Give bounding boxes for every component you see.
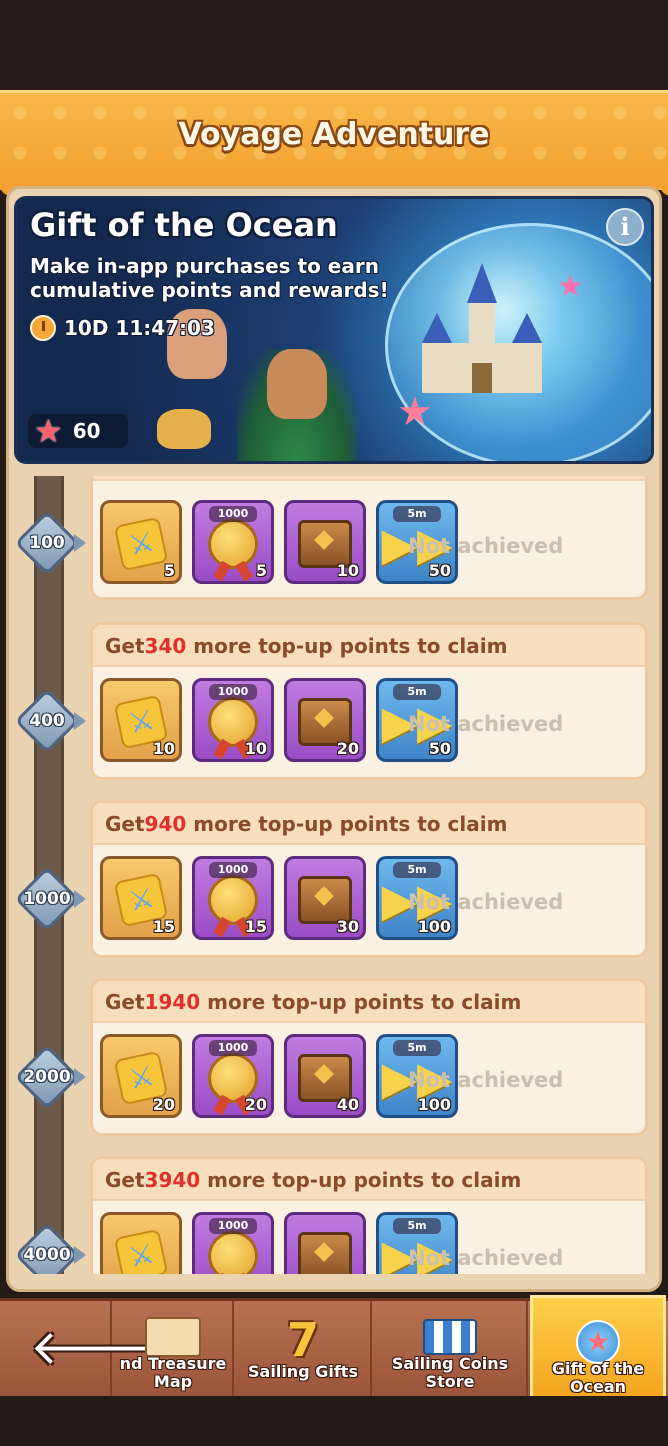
tier-status: Not achieved (408, 890, 564, 914)
status-bar (0, 0, 668, 90)
points-counter: ★ 60 (28, 414, 128, 448)
back-button[interactable]: 🡐 (0, 1301, 159, 1399)
puzzle-icon (113, 516, 169, 571)
tier-list[interactable]: 5 10005 10 ▶▶5m50 Not achieved 100 Get34… (14, 476, 654, 1274)
reward-item[interactable]: 40 (284, 1034, 366, 1118)
event-timer: 10D 11:47:03 (30, 314, 215, 342)
puzzle-icon (113, 1228, 169, 1274)
reward-item[interactable]: 1000 10 (192, 678, 274, 762)
reward-item[interactable]: 1000 15 (192, 856, 274, 940)
banner-title: Gift of the Ocean (30, 206, 338, 244)
reward-row: 5 10005 10 ▶▶5m50 (100, 500, 458, 584)
tier-status: Not achieved (408, 712, 564, 736)
tab-gift-of-the-ocean[interactable]: ★ Gift of the Ocean (530, 1295, 666, 1399)
tier-header: Get1940 more top-up points to claim (93, 981, 645, 1023)
tier-status: Not achieved (408, 1068, 564, 1092)
reward-item[interactable]: 1000 5 (192, 500, 274, 584)
chest-icon (298, 1231, 352, 1274)
system-nav-bar (0, 1396, 668, 1446)
bottom-nav: 🡐 nd Treasure Map 7 Sailing Gifts Sailin… (0, 1295, 668, 1399)
reward-item[interactable] (284, 1212, 366, 1274)
reward-item[interactable]: 15 (100, 856, 182, 940)
milestone-node: 4000 (14, 1222, 86, 1274)
reward-row: 15 100015 30 ▶▶5m100 (100, 856, 458, 940)
reward-item[interactable]: 10 (100, 678, 182, 762)
star-points-icon: ★ (34, 412, 63, 450)
page-title: Voyage Adventure (178, 117, 490, 152)
medal-icon (208, 1230, 258, 1274)
reward-row: 10 100010 20 ▶▶5m50 (100, 678, 458, 762)
diver-icon (267, 349, 327, 419)
milestone-node: 100 (14, 510, 86, 576)
treasure-map-icon (145, 1317, 201, 1357)
starfish-icon: ★ (557, 269, 584, 304)
tier-status: Not achieved (408, 1246, 564, 1270)
reward-item[interactable]: 30 (284, 856, 366, 940)
clock-icon (30, 315, 56, 341)
medal-icon (208, 518, 258, 569)
points-value: 60 (72, 419, 101, 443)
milestone-node: 1000 (14, 866, 86, 932)
header: Voyage Adventure (0, 90, 668, 200)
reward-row: 1000 ▶▶5m (100, 1212, 458, 1274)
dog-diver-icon (157, 409, 211, 449)
reward-item[interactable]: 5 (100, 500, 182, 584)
tier-header: Get340 more top-up points to claim (93, 625, 645, 667)
banner-description: Make in-app purchases to earn cumulative… (30, 254, 389, 302)
tier-header: Get3940 more top-up points to claim (93, 1159, 645, 1201)
tier-status: Not achieved (408, 534, 564, 558)
ocean-star-icon: ★ (576, 1320, 620, 1364)
reward-item[interactable]: 20 (284, 678, 366, 762)
milestone-node: 400 (14, 688, 86, 754)
info-icon[interactable]: i (606, 208, 644, 246)
reward-row: 20 100020 40 ▶▶5m100 (100, 1034, 458, 1118)
tab-treasure-map[interactable]: nd Treasure Map (114, 1301, 234, 1399)
shop-icon (423, 1319, 477, 1355)
reward-item[interactable]: 1000 (192, 1212, 274, 1274)
reward-item[interactable]: 20 (100, 1034, 182, 1118)
reward-item[interactable] (100, 1212, 182, 1274)
tab-sailing-gifts[interactable]: 7 Sailing Gifts (236, 1301, 372, 1399)
starfish-icon: ★ (397, 389, 433, 435)
tab-sailing-coins-store[interactable]: Sailing Coins Store (374, 1301, 528, 1399)
reward-item[interactable]: 10 (284, 500, 366, 584)
seven-gift-icon: 7 (286, 1313, 320, 1367)
reward-item[interactable]: 1000 20 (192, 1034, 274, 1118)
timer-text: 10D 11:47:03 (64, 316, 215, 340)
milestone-node: 2000 (14, 1044, 86, 1110)
tier-header: Get940 more top-up points to claim (93, 803, 645, 845)
tier-header (93, 476, 645, 481)
